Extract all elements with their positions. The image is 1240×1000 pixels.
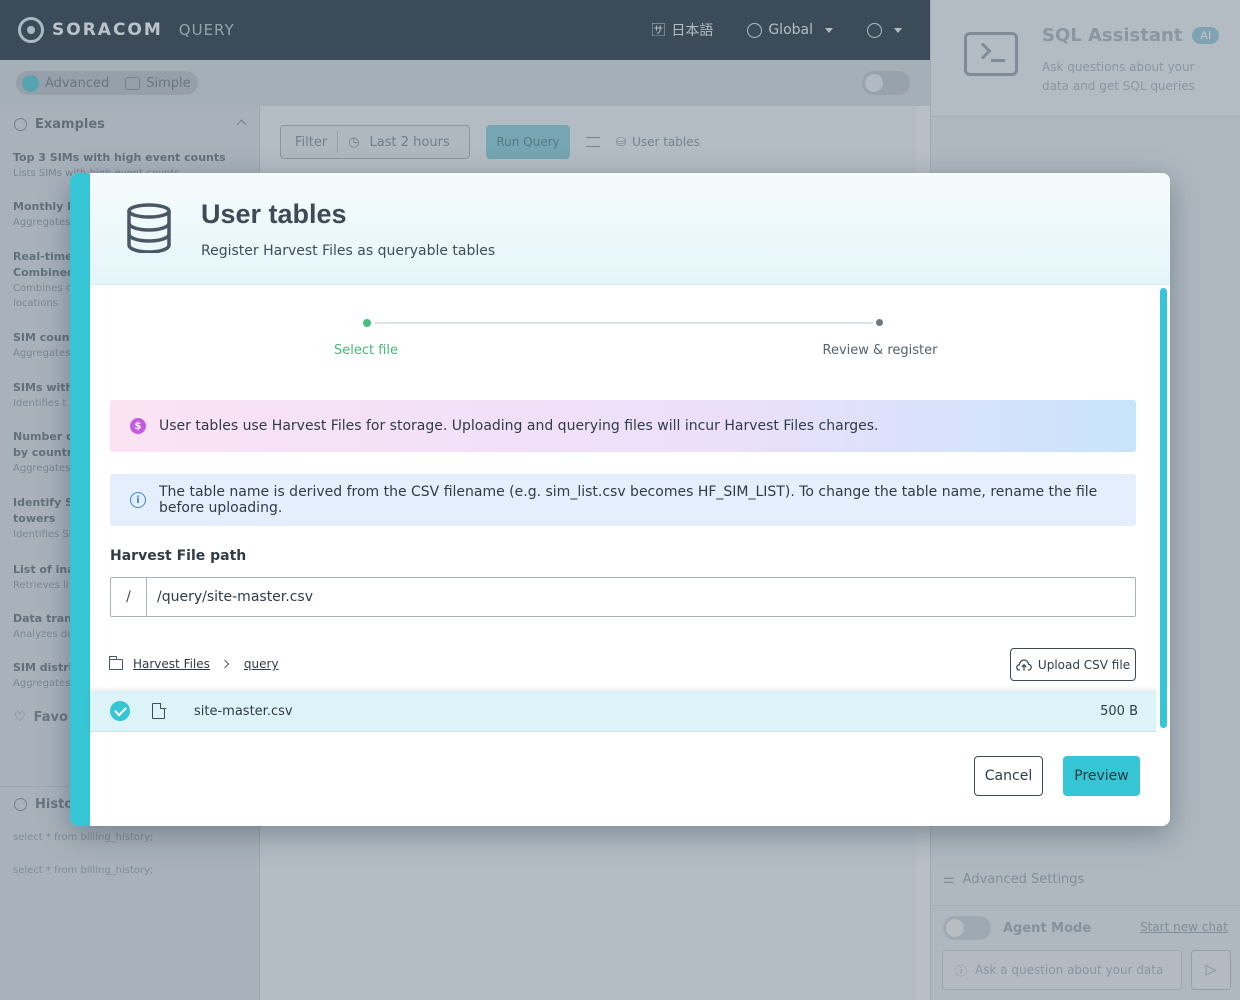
harvest-path-field: / [110, 577, 1136, 617]
step-review-register: Review & register [822, 343, 938, 358]
modal-scrollbar[interactable] [1160, 288, 1167, 728]
file-list-row[interactable]: site-master.csv 500 B [90, 691, 1156, 732]
file-icon [152, 702, 166, 719]
info-icon: i [130, 492, 146, 508]
database-icon [127, 203, 171, 253]
modal-header: User tables Register Harvest Files as qu… [90, 173, 1170, 285]
harvest-path-input[interactable] [147, 589, 1117, 605]
step-dot-active [363, 319, 371, 327]
harvest-path-label: Harvest File path [110, 548, 247, 564]
upload-csv-button[interactable]: Upload CSV file [1010, 648, 1136, 681]
user-tables-modal: User tables Register Harvest Files as qu… [70, 173, 1170, 826]
file-name: site-master.csv [194, 703, 293, 719]
preview-button[interactable]: Preview [1063, 756, 1140, 796]
modal-subtitle: Register Harvest Files as queryable tabl… [201, 243, 496, 259]
info-notice: i The table name is derived from the CSV… [110, 474, 1136, 526]
billing-notice: $ User tables use Harvest Files for stor… [110, 400, 1136, 452]
breadcrumb-query[interactable]: query [244, 657, 279, 671]
chevron-right-icon [220, 659, 230, 669]
stepper-line [375, 322, 873, 324]
info-notice-text: The table name is derived from the CSV f… [159, 484, 1098, 516]
folder-icon [108, 655, 123, 670]
path-prefix: / [111, 578, 147, 616]
stepper: Select file Review & register [90, 285, 1160, 365]
cloud-upload-icon [1016, 658, 1032, 671]
billing-notice-text: User tables use Harvest Files for storag… [159, 418, 879, 434]
upload-csv-label: Upload CSV file [1037, 657, 1131, 672]
modal-accent-bar [70, 173, 90, 826]
breadcrumb-harvest-files[interactable]: Harvest Files [133, 657, 210, 671]
breadcrumb: Harvest Files query [108, 655, 279, 671]
step-select-file: Select file [333, 343, 399, 358]
check-circle-icon[interactable] [110, 701, 130, 721]
dollar-icon: $ [130, 418, 146, 434]
file-size: 500 B [1100, 703, 1138, 719]
modal-title: User tables [201, 199, 347, 229]
cancel-button[interactable]: Cancel [974, 756, 1043, 796]
step-dot-pending [876, 319, 883, 326]
